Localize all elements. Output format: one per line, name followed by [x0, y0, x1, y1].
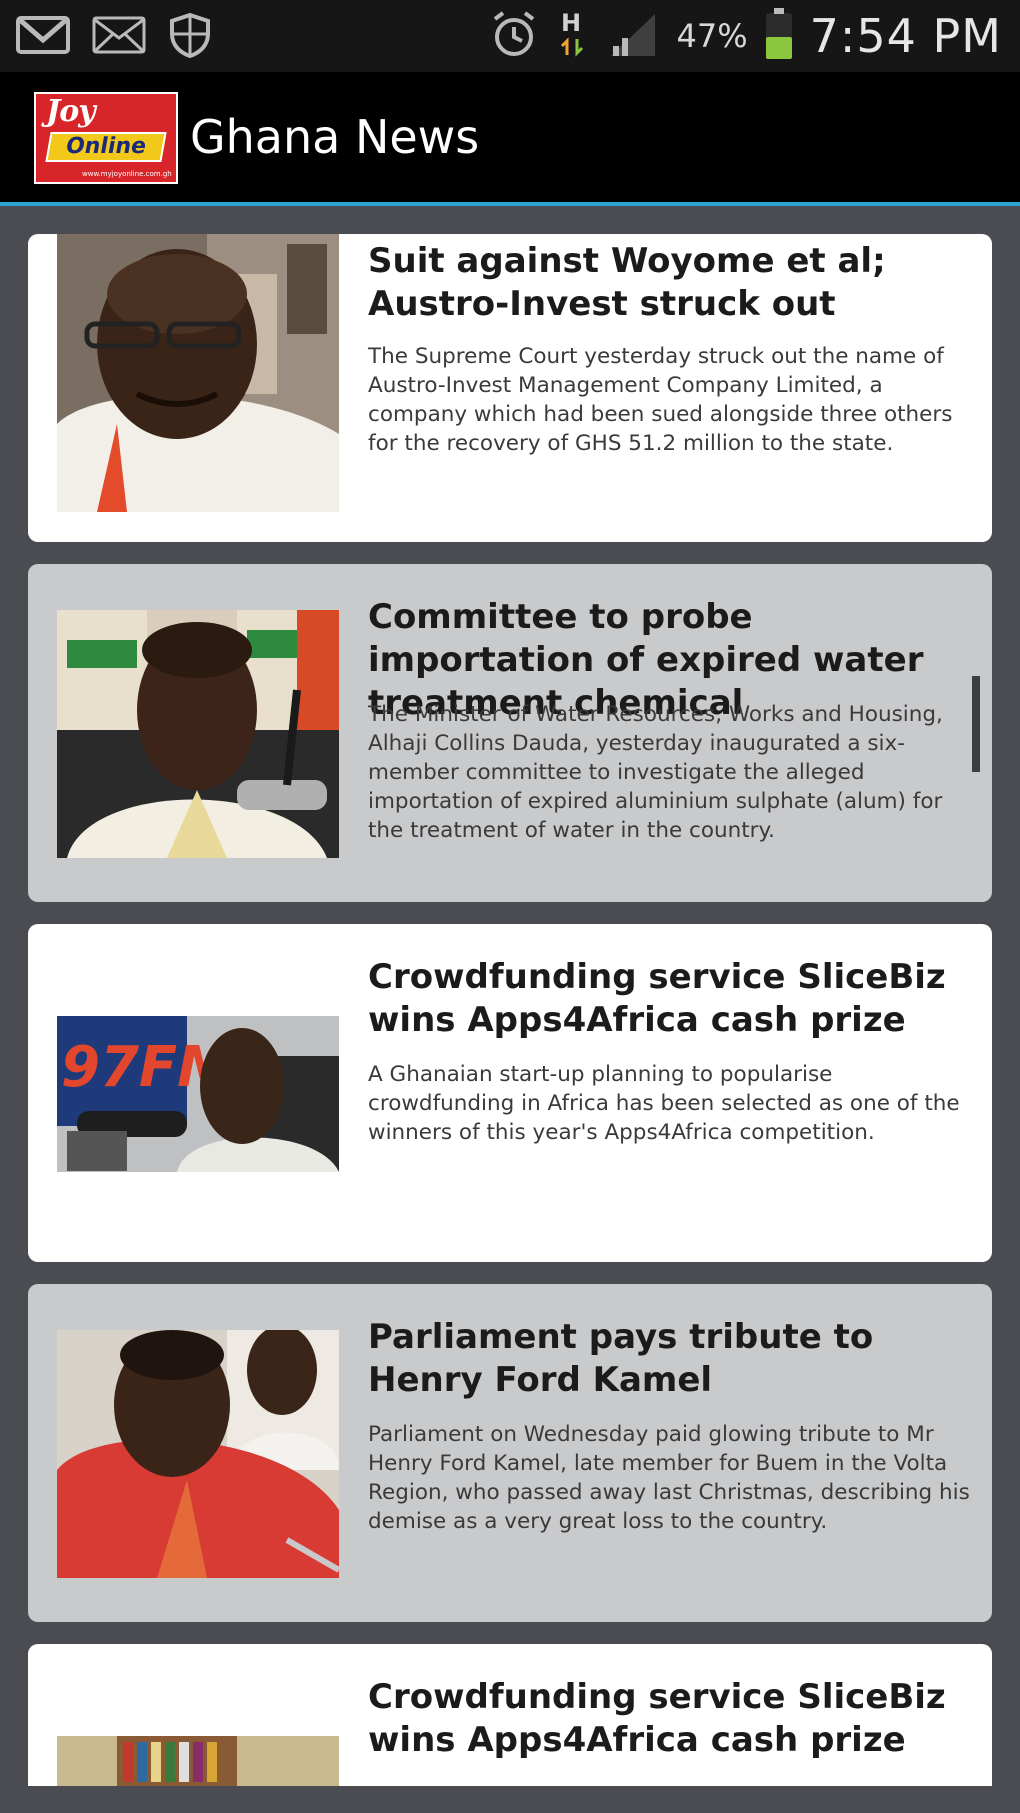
article-summary: The Minister of Water Resources, Works a…	[368, 702, 943, 843]
article-summary: The Supreme Court yesterday struck out t…	[368, 344, 953, 456]
clock: 7:54 PM	[809, 9, 1002, 63]
article-summary: A Ghanaian start-up planning to populari…	[368, 1062, 960, 1145]
mail-icon	[92, 14, 146, 61]
article-summary: Parliament on Wednesday paid glowing tri…	[368, 1422, 970, 1534]
article-thumbnail	[57, 610, 339, 858]
article-title[interactable]: Parliament pays tribute to Henry Ford Ka…	[368, 1316, 968, 1402]
gmail-icon	[16, 14, 70, 61]
signal-icon	[609, 10, 659, 63]
article-card[interactable]: 97FM Crowdfunding service SliceBiz wins …	[28, 924, 992, 1262]
article-title[interactable]: Crowdfunding service SliceBiz wins Apps4…	[368, 1676, 968, 1762]
joy-online-logo[interactable]: Joy Online www.myjoyonline.com.gh	[34, 92, 178, 184]
bottom-edge	[0, 1786, 1020, 1813]
article-thumbnail	[57, 234, 339, 512]
battery-percent: 47%	[676, 17, 748, 55]
logo-joy-text: Joy	[46, 94, 96, 129]
action-bar: Joy Online www.myjoyonline.com.gh Ghana …	[0, 72, 1020, 206]
shield-icon	[168, 12, 212, 63]
scrollbar-thumb[interactable]	[972, 676, 980, 772]
article-thumbnail: 97FM	[57, 1016, 339, 1172]
battery-level-fill	[765, 37, 792, 59]
article-card[interactable]: Crowdfunding service SliceBiz wins Apps4…	[28, 1644, 992, 1786]
svg-text:H: H	[561, 9, 581, 37]
article-title[interactable]: Suit against Woyome et al; Austro-Invest…	[368, 240, 968, 326]
article-card[interactable]: Parliament pays tribute to Henry Ford Ka…	[28, 1284, 992, 1622]
logo-url-text: www.myjoyonline.com.gh	[82, 170, 172, 178]
status-bar: H 47% 7:54 PM	[0, 0, 1020, 72]
hplus-data-icon: H	[557, 7, 591, 66]
alarm-icon	[489, 9, 539, 64]
article-title[interactable]: Crowdfunding service SliceBiz wins Apps4…	[368, 956, 968, 1042]
news-feed[interactable]: Suit against Woyome et al; Austro-Invest…	[0, 206, 1020, 1786]
battery-icon	[765, 8, 792, 59]
article-thumbnail	[57, 1736, 339, 1786]
article-thumbnail	[57, 1330, 339, 1578]
article-card[interactable]: Suit against Woyome et al; Austro-Invest…	[28, 234, 992, 542]
article-card[interactable]: Committee to probe importation of expire…	[28, 564, 992, 902]
app-title: Ghana News	[190, 110, 480, 164]
logo-online-text: Online	[45, 132, 167, 162]
